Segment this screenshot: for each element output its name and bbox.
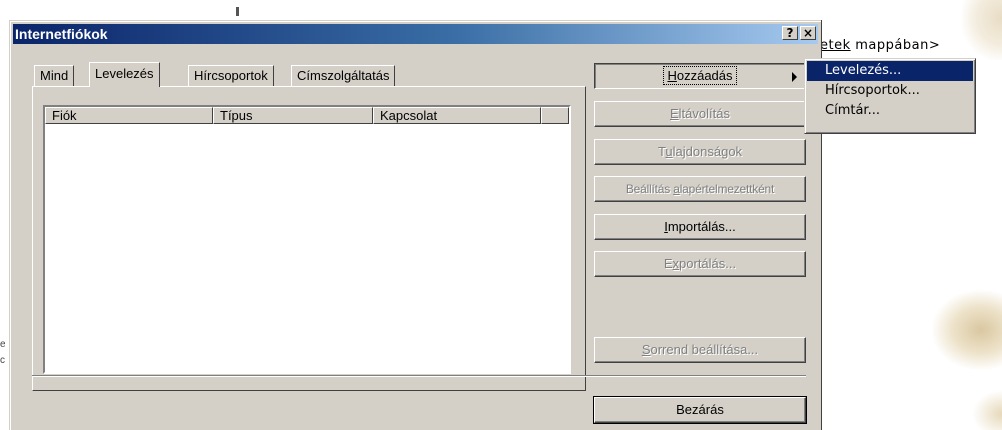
background-decoration bbox=[932, 290, 1002, 370]
internet-accounts-dialog: Internetfiókok ? × Mind Levelezés Hírcso… bbox=[9, 20, 821, 430]
menu-item-hircsoportok[interactable]: Hírcsoportok... bbox=[807, 81, 973, 101]
properties-button[interactable]: Tulajdonságok bbox=[594, 139, 806, 165]
add-button[interactable]: Hozzáadás bbox=[594, 63, 806, 89]
column-header-kapcsolat[interactable]: Kapcsolat bbox=[373, 107, 541, 124]
submenu-arrow-icon bbox=[792, 72, 797, 82]
menu-item-levelezes[interactable]: Levelezés... bbox=[807, 61, 973, 81]
column-header-tipus[interactable]: Típus bbox=[213, 107, 373, 124]
set-default-button[interactable]: Beállítás alapértelmezettként bbox=[594, 176, 806, 202]
import-button[interactable]: Importálás... bbox=[594, 214, 806, 240]
column-header-empty bbox=[541, 107, 569, 124]
close-icon: × bbox=[802, 26, 814, 40]
background-link[interactable]: etek bbox=[820, 38, 851, 53]
tab-hircsoportok[interactable]: Hírcsoportok bbox=[188, 65, 274, 86]
add-button-label: Hozzáadás bbox=[663, 66, 737, 85]
menu-item-cimtar[interactable]: Címtár... bbox=[807, 101, 973, 121]
tab-levelezes[interactable]: Levelezés bbox=[89, 62, 160, 87]
background-text-fragment: e bbox=[0, 340, 5, 350]
help-icon: ? bbox=[786, 26, 794, 40]
list-header: Fiók Típus Kapcsolat bbox=[45, 107, 569, 124]
help-button[interactable]: ? bbox=[782, 26, 798, 40]
background-window-text: etek mappában> bbox=[820, 38, 940, 53]
close-window-button[interactable]: × bbox=[800, 26, 816, 40]
close-button[interactable]: Bezárás bbox=[593, 396, 807, 424]
separator-line bbox=[32, 375, 806, 377]
background-mark bbox=[236, 7, 239, 16]
background-text-fragment: c bbox=[0, 356, 5, 366]
dialog-title: Internetfiókok bbox=[15, 26, 108, 42]
column-header-fiok[interactable]: Fiók bbox=[45, 107, 213, 124]
tab-cimszolgaltatas[interactable]: Címszolgáltatás bbox=[291, 65, 396, 86]
accounts-list[interactable]: Fiók Típus Kapcsolat bbox=[43, 105, 571, 374]
remove-button[interactable]: Eltávolítás bbox=[594, 101, 806, 127]
tab-panel: Fiók Típus Kapcsolat bbox=[32, 86, 586, 391]
tab-mind[interactable]: Mind bbox=[34, 65, 75, 86]
background-text: mappában> bbox=[850, 38, 941, 53]
background-decoration bbox=[972, 390, 1002, 430]
background-decoration bbox=[962, 0, 1002, 60]
set-order-button[interactable]: Sorrend beállítása... bbox=[594, 337, 806, 363]
add-submenu: Levelezés... Hírcsoportok... Címtár... bbox=[804, 58, 976, 134]
export-button[interactable]: Exportálás... bbox=[594, 251, 806, 277]
dialog-titlebar[interactable]: Internetfiókok ? × bbox=[13, 24, 818, 44]
